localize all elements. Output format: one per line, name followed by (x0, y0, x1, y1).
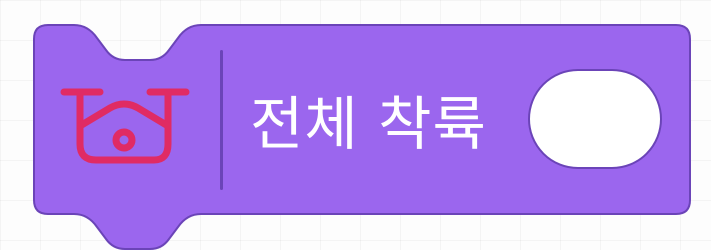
workspace-canvas: 전체 착륙 (0, 0, 711, 250)
block-input-slot[interactable] (528, 69, 662, 169)
block-divider (220, 50, 223, 190)
block-label: 전체 착륙 (250, 90, 487, 158)
drone-camera-icon (58, 86, 192, 178)
